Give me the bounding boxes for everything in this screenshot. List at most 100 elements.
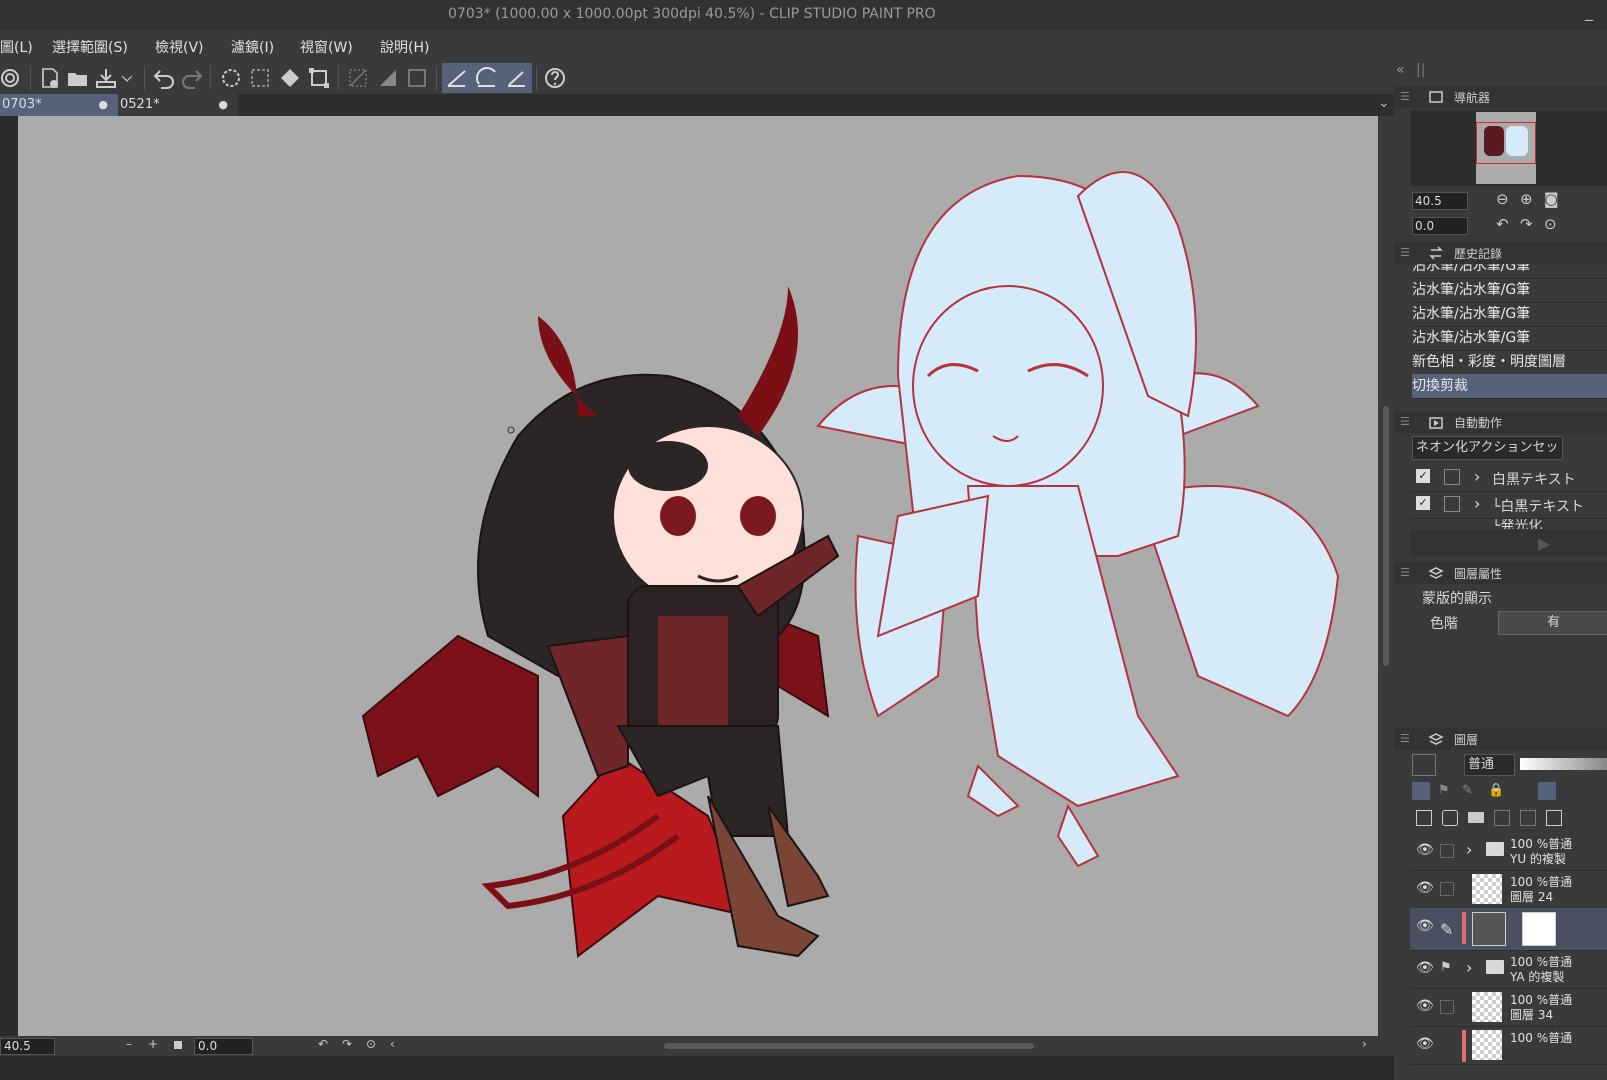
canvas-area[interactable] bbox=[0, 116, 1378, 1036]
rotate-left-icon[interactable]: ↶ bbox=[1496, 215, 1509, 233]
chevron-right-icon[interactable]: › bbox=[1474, 467, 1480, 486]
create-mask-icon[interactable] bbox=[1546, 810, 1562, 826]
visibility-eye-icon[interactable]: 👁 bbox=[1416, 960, 1434, 976]
visibility-eye-icon[interactable]: 👁 bbox=[1416, 998, 1434, 1014]
reset-rotation-icon[interactable]: ⊙ bbox=[366, 1037, 376, 1051]
history-item[interactable]: 新色相・彩度・明度圖層 bbox=[1412, 350, 1607, 375]
canvas-vertical-scrollbar[interactable] bbox=[1378, 116, 1394, 1036]
action-checkbox[interactable]: ✓ bbox=[1416, 496, 1430, 510]
visibility-eye-icon[interactable]: 👁 bbox=[1416, 842, 1434, 858]
menu-view[interactable]: 檢視(V) bbox=[155, 37, 204, 57]
reference-layer-icon[interactable]: ⚑ bbox=[1440, 960, 1452, 975]
history-item[interactable]: 沾水筆/沾水筆/G筆 bbox=[1412, 302, 1607, 327]
menu-icon[interactable]: ☰ bbox=[1400, 566, 1410, 579]
dropdown-icon[interactable] bbox=[120, 66, 134, 90]
blend-mode-select[interactable]: 普通 bbox=[1464, 754, 1515, 776]
scrollbar-thumb[interactable] bbox=[1383, 406, 1389, 666]
rotate-right-icon[interactable]: ↷ bbox=[342, 1037, 352, 1051]
auto-action-header[interactable]: ☰ 自動動作 bbox=[1394, 411, 1607, 433]
zoom-out-button[interactable]: – bbox=[126, 1037, 132, 1051]
view-frame[interactable] bbox=[1476, 122, 1536, 164]
action-checkbox[interactable]: ✓ bbox=[1416, 469, 1430, 483]
visibility-eye-icon[interactable]: 👁 bbox=[1416, 918, 1434, 934]
transform-icon[interactable] bbox=[307, 66, 331, 90]
visibility-eye-icon[interactable]: 👁 bbox=[1416, 880, 1434, 896]
nav-rotation-field[interactable]: 0.0 bbox=[1412, 217, 1468, 235]
folder-expand-chevron-icon[interactable]: › bbox=[1466, 840, 1472, 859]
panel-grip[interactable]: || bbox=[1416, 62, 1425, 78]
horizontal-scrollbar-thumb[interactable] bbox=[664, 1043, 1034, 1049]
history-item-selected[interactable]: 切換剪裁 bbox=[1412, 374, 1607, 399]
layer-row[interactable]: 👁 › 100 %普通 YU 的複製 bbox=[1410, 832, 1607, 871]
navigator-preview[interactable] bbox=[1410, 110, 1607, 186]
menu-filter[interactable]: 濾鏡(I) bbox=[231, 37, 274, 57]
help-icon[interactable] bbox=[543, 66, 567, 90]
zoom-field[interactable]: 40.5 bbox=[0, 1038, 55, 1055]
menu-icon[interactable]: ☰ bbox=[1400, 246, 1410, 259]
save-icon[interactable] bbox=[94, 66, 118, 90]
scroll-left-button[interactable]: ‹ bbox=[390, 1037, 395, 1051]
navigator-header[interactable]: ☰ 導航器 bbox=[1394, 86, 1607, 108]
tone-toggle-button[interactable]: 有 bbox=[1498, 611, 1607, 635]
history-item[interactable]: 沾水筆/沾水筆/G筆 bbox=[1412, 264, 1607, 279]
new-vector-layer-icon[interactable] bbox=[1442, 810, 1458, 826]
undo-icon[interactable] bbox=[152, 66, 176, 90]
menu-icon[interactable]: ☰ bbox=[1400, 415, 1410, 428]
rotate-right-icon[interactable]: ↷ bbox=[1520, 215, 1533, 233]
lock-icon[interactable]: 🔒 bbox=[1488, 783, 1504, 798]
zoom-in-icon[interactable]: ⊕ bbox=[1520, 190, 1533, 208]
history-item[interactable]: 沾水筆/沾水筆/G筆 bbox=[1412, 326, 1607, 351]
nav-zoom-field[interactable]: 40.5 bbox=[1412, 192, 1468, 210]
history-header[interactable]: ☰ 歷史記錄 bbox=[1394, 242, 1607, 264]
clear-icon[interactable] bbox=[346, 66, 370, 90]
merge-layer-icon[interactable] bbox=[1520, 810, 1536, 826]
action-item[interactable]: ✓ › └白黒テキスト bbox=[1410, 492, 1607, 519]
menu-icon[interactable]: ☰ bbox=[1400, 90, 1410, 103]
action-dialog-toggle[interactable] bbox=[1444, 496, 1460, 512]
layer-lock-toggle[interactable] bbox=[1440, 1000, 1454, 1014]
folder-expand-chevron-icon[interactable]: › bbox=[1466, 958, 1472, 977]
fit-button[interactable] bbox=[174, 1041, 182, 1049]
draft-layer-icon[interactable]: ✎ bbox=[1462, 783, 1473, 798]
special-ruler-icon[interactable] bbox=[472, 63, 502, 93]
minimize-button[interactable]: _ bbox=[1585, 2, 1593, 21]
menu-help[interactable]: 說明(H) bbox=[380, 37, 429, 57]
history-item[interactable]: 沾水筆/沾水筆/G筆 bbox=[1412, 278, 1607, 303]
reference-layer-icon[interactable]: ⚑ bbox=[1438, 783, 1450, 798]
fill-selection-icon[interactable] bbox=[376, 66, 400, 90]
chevron-right-icon[interactable]: › bbox=[1474, 494, 1480, 513]
canvas[interactable] bbox=[18, 116, 1378, 1036]
edit-pen-icon[interactable]: ✎ bbox=[1440, 920, 1453, 939]
new-folder-icon[interactable] bbox=[1468, 812, 1484, 823]
zoom-out-icon[interactable]: ⊖ bbox=[1496, 190, 1509, 208]
tab-overflow-button[interactable]: ⌄ bbox=[1378, 95, 1390, 111]
rotate-left-icon[interactable]: ↶ bbox=[318, 1037, 328, 1051]
layer-row[interactable]: 👁 100 %普通 bbox=[1410, 1026, 1607, 1065]
layer-mask-thumbnail[interactable] bbox=[1522, 912, 1556, 946]
layer-row[interactable]: 👁 100 %普通 圖層 24 bbox=[1410, 870, 1607, 909]
menu-selection[interactable]: 選擇範圍(S) bbox=[52, 37, 128, 57]
action-dialog-toggle[interactable] bbox=[1444, 469, 1460, 485]
menu-layer[interactable]: 圖(L) bbox=[0, 37, 33, 57]
new-raster-layer-icon[interactable] bbox=[1416, 810, 1432, 826]
layer-lock-toggle[interactable] bbox=[1440, 844, 1454, 858]
open-file-icon[interactable] bbox=[66, 66, 90, 90]
reset-rotation-icon[interactable]: ⊙ bbox=[1544, 215, 1557, 233]
clip-studio-icon[interactable] bbox=[0, 66, 24, 90]
layer-row[interactable]: 👁 ⚑ › 100 %普通 YA 的複製 bbox=[1410, 950, 1607, 989]
grid-snap-icon[interactable] bbox=[502, 63, 532, 93]
layers-header[interactable]: ☰ 圖層 bbox=[1394, 728, 1607, 750]
action-item[interactable]: ✓ › 白黒テキスト bbox=[1410, 465, 1607, 492]
collapse-panel-icon[interactable]: « bbox=[1396, 62, 1405, 78]
menu-window[interactable]: 視窗(W) bbox=[300, 37, 353, 57]
layer-color-select[interactable] bbox=[1412, 754, 1436, 776]
tab-0703[interactable]: 0703* ● bbox=[0, 94, 118, 116]
mask-enable-icon[interactable] bbox=[1538, 782, 1556, 800]
tab-0521[interactable]: 0521* ● bbox=[118, 94, 238, 116]
layer-row-selected[interactable]: 👁 ✎ bbox=[1410, 908, 1607, 951]
action-item[interactable]: └発光化 bbox=[1410, 519, 1607, 529]
deselect-icon[interactable] bbox=[219, 66, 243, 90]
action-set-select[interactable]: ネオン化アクションセット bbox=[1412, 436, 1563, 460]
redo-icon[interactable] bbox=[180, 66, 204, 90]
new-file-icon[interactable] bbox=[38, 66, 62, 90]
